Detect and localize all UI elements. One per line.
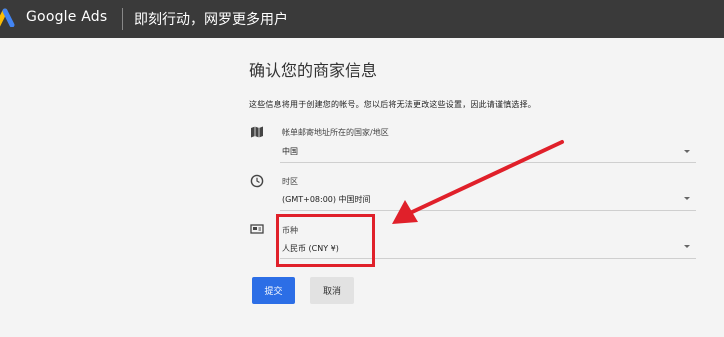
google-ads-logo-icon[interactable]	[0, 7, 18, 27]
submit-button[interactable]: 提交	[252, 277, 295, 304]
country-label: 帐单邮寄地址所在的国家/地区	[282, 128, 389, 137]
header-slogan: 即刻行动，网罗更多用户	[134, 12, 288, 28]
timezone-underline	[280, 210, 696, 211]
annotation-arrow-icon	[392, 140, 564, 224]
page-description: 这些信息将用于创建您的帐号。您以后将无法更改这些设置，因此请谨慎选择。	[249, 100, 536, 109]
page-title: 确认您的商家信息	[249, 61, 378, 80]
chevron-down-icon[interactable]	[684, 197, 690, 200]
map-icon	[251, 126, 263, 138]
cancel-button[interactable]: 取消	[310, 277, 354, 304]
chevron-down-icon[interactable]	[684, 245, 690, 248]
chevron-down-icon[interactable]	[684, 150, 690, 153]
currency-highlight-box	[276, 214, 375, 267]
country-select[interactable]: 中国	[282, 146, 298, 157]
timezone-label: 时区	[282, 177, 298, 186]
timezone-select[interactable]: (GMT+08:00) 中国时间	[282, 194, 371, 205]
currency-icon	[250, 224, 264, 234]
header-divider	[122, 8, 123, 30]
country-underline	[280, 162, 696, 163]
top-bar: Google Ads 即刻行动，网罗更多用户	[0, 0, 724, 38]
clock-icon	[250, 174, 264, 188]
brand-name: Google Ads	[26, 9, 108, 25]
